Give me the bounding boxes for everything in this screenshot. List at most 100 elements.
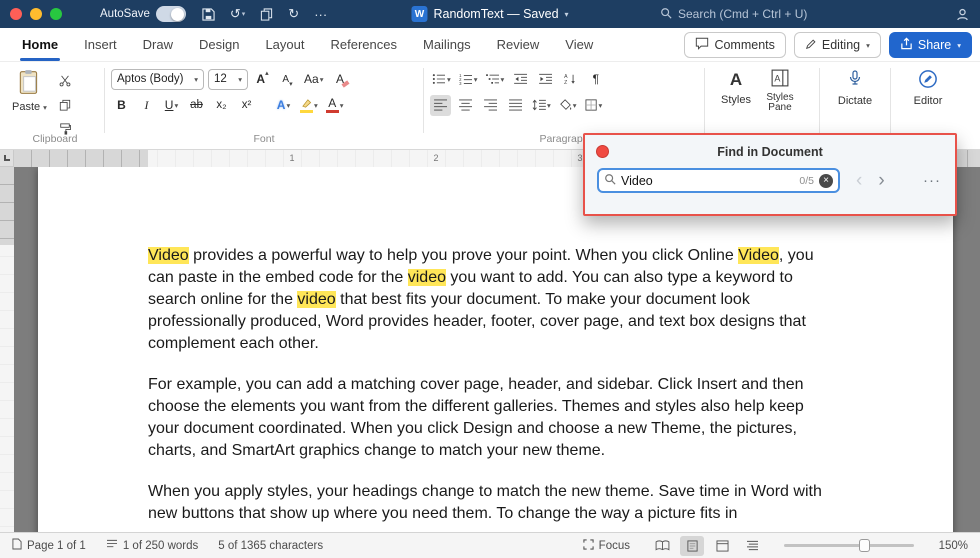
align-left-icon: [433, 99, 447, 111]
share-button[interactable]: Share ▾: [888, 32, 972, 58]
editing-button[interactable]: Editing ▾: [793, 32, 881, 58]
character-count[interactable]: 5 of 1365 characters: [218, 540, 323, 552]
find-popup-title: Find in Document: [717, 144, 823, 159]
tab-draw[interactable]: Draw: [141, 28, 175, 61]
web-layout-button[interactable]: [710, 536, 734, 556]
subscript-button[interactable]: x₂: [211, 95, 232, 116]
undo-icon[interactable]: ↺ ▾: [230, 6, 245, 22]
italic-button[interactable]: I: [136, 95, 157, 116]
line-spacing-button[interactable]: ▾: [530, 95, 553, 116]
find-more-options-button[interactable]: ···: [923, 172, 941, 189]
strikethrough-button[interactable]: ab: [186, 95, 207, 116]
editing-label: Editing: [821, 38, 861, 52]
increase-indent-button[interactable]: [535, 69, 556, 90]
text-effects-button[interactable]: A ▾: [273, 95, 294, 116]
change-case-button[interactable]: Aa ▾: [302, 69, 325, 90]
zoom-slider[interactable]: [784, 539, 914, 552]
document-title[interactable]: W RandomText — Saved ▾: [411, 0, 569, 28]
search-highlight: video: [297, 291, 336, 308]
vertical-ruler[interactable]: [0, 167, 14, 532]
multilevel-list-button[interactable]: ▾: [484, 69, 507, 90]
clear-formatting-button[interactable]: A: [329, 69, 350, 90]
find-popup-body: 0/5 × ‹ › ···: [585, 168, 955, 193]
align-center-button[interactable]: [455, 95, 476, 116]
superscript-button[interactable]: x²: [236, 95, 257, 116]
paste-button[interactable]: Paste ▾: [12, 66, 47, 139]
show-formatting-marks-button[interactable]: ¶: [585, 69, 606, 90]
tab-layout[interactable]: Layout: [263, 28, 306, 61]
shrink-font-button[interactable]: A ▾: [277, 69, 298, 90]
clear-search-button[interactable]: ×: [819, 173, 833, 188]
numbering-button[interactable]: 123 ▾: [457, 69, 480, 90]
minimize-button[interactable]: [30, 8, 42, 20]
font-color-button[interactable]: A ▾: [324, 95, 346, 116]
page-count[interactable]: Page 1 of 1: [12, 538, 86, 553]
find-previous-button[interactable]: ‹: [856, 171, 862, 190]
find-result-count: 0/5: [799, 174, 814, 187]
decrease-indent-button[interactable]: [510, 69, 531, 90]
sort-button[interactable]: AZ: [560, 69, 581, 90]
zoom-slider-knob[interactable]: [859, 539, 871, 552]
redo-icon[interactable]: ↻: [288, 6, 299, 22]
clipboard-group-label: Clipboard: [32, 133, 78, 145]
autosave-toggle[interactable]: [155, 6, 186, 22]
tab-stop-selector[interactable]: [0, 150, 14, 167]
focus-label: Focus: [598, 539, 630, 552]
tab-view[interactable]: View: [563, 28, 595, 61]
tab-review[interactable]: Review: [495, 28, 542, 61]
align-left-button[interactable]: [430, 94, 451, 116]
quick-access-more-icon[interactable]: ···: [314, 7, 327, 22]
fullscreen-button[interactable]: [50, 8, 62, 20]
styles-pane-button[interactable]: A Styles Pane: [757, 66, 803, 113]
numbering-icon: 123: [459, 73, 472, 85]
align-center-icon: [458, 99, 472, 111]
ruler-text-zone: [0, 245, 14, 532]
styles-button[interactable]: A Styles: [721, 66, 751, 113]
word-count[interactable]: 1 of 250 words: [106, 539, 198, 552]
copy-icon[interactable]: [260, 7, 273, 21]
bold-button[interactable]: B: [111, 95, 132, 116]
shading-button[interactable]: ▾: [557, 95, 579, 116]
print-layout-button[interactable]: [680, 535, 704, 556]
align-right-button[interactable]: [480, 95, 501, 116]
popup-close-button[interactable]: [596, 145, 609, 158]
find-search-field[interactable]: 0/5 ×: [597, 168, 840, 193]
editor-button[interactable]: Editor: [897, 66, 959, 107]
cut-button[interactable]: [55, 70, 76, 91]
find-next-button[interactable]: ›: [878, 171, 884, 190]
titlebar-search[interactable]: Search (Cmd + Ctrl + U): [660, 0, 807, 28]
grow-font-button[interactable]: A ▴: [252, 69, 273, 90]
bullets-button[interactable]: ▾: [430, 69, 453, 90]
read-mode-button[interactable]: [650, 536, 674, 556]
tab-mailings[interactable]: Mailings: [421, 28, 473, 61]
dictate-button[interactable]: Dictate: [826, 66, 884, 107]
character-count-label: 5 of 1365 characters: [218, 539, 324, 552]
tab-home[interactable]: Home: [20, 28, 61, 61]
font-name-select[interactable]: Aptos (Body) ▾: [111, 68, 204, 90]
tab-references[interactable]: References: [329, 28, 399, 61]
comments-button[interactable]: Comments: [684, 32, 786, 58]
tab-design[interactable]: Design: [197, 28, 241, 61]
draft-view-button[interactable]: [740, 536, 764, 556]
font-size-select[interactable]: 12 ▾: [208, 68, 248, 90]
document-title-text: RandomText — Saved: [433, 7, 559, 21]
document-text[interactable]: Video provides a powerful way to help yo…: [148, 245, 828, 532]
borders-button[interactable]: ▾: [583, 95, 605, 116]
tab-insert[interactable]: Insert: [82, 28, 119, 61]
focus-mode-button[interactable]: Focus: [583, 538, 630, 553]
zoom-level[interactable]: 150%: [934, 540, 968, 552]
find-popup-header[interactable]: Find in Document: [585, 135, 955, 168]
justify-button[interactable]: [505, 95, 526, 116]
find-search-input[interactable]: [621, 173, 795, 188]
page-icon: [12, 538, 22, 553]
close-button[interactable]: [10, 8, 22, 20]
font-name-value: Aptos (Body): [117, 73, 184, 85]
underline-button[interactable]: U ▾: [161, 95, 182, 116]
document-page[interactable]: Video provides a powerful way to help yo…: [38, 167, 953, 532]
window-controls: [0, 8, 72, 20]
paste-icon: [18, 69, 40, 98]
highlight-color-button[interactable]: ▾: [298, 95, 320, 116]
copy-button[interactable]: [55, 94, 76, 115]
account-icon[interactable]: [955, 0, 970, 28]
save-icon[interactable]: [202, 7, 215, 21]
